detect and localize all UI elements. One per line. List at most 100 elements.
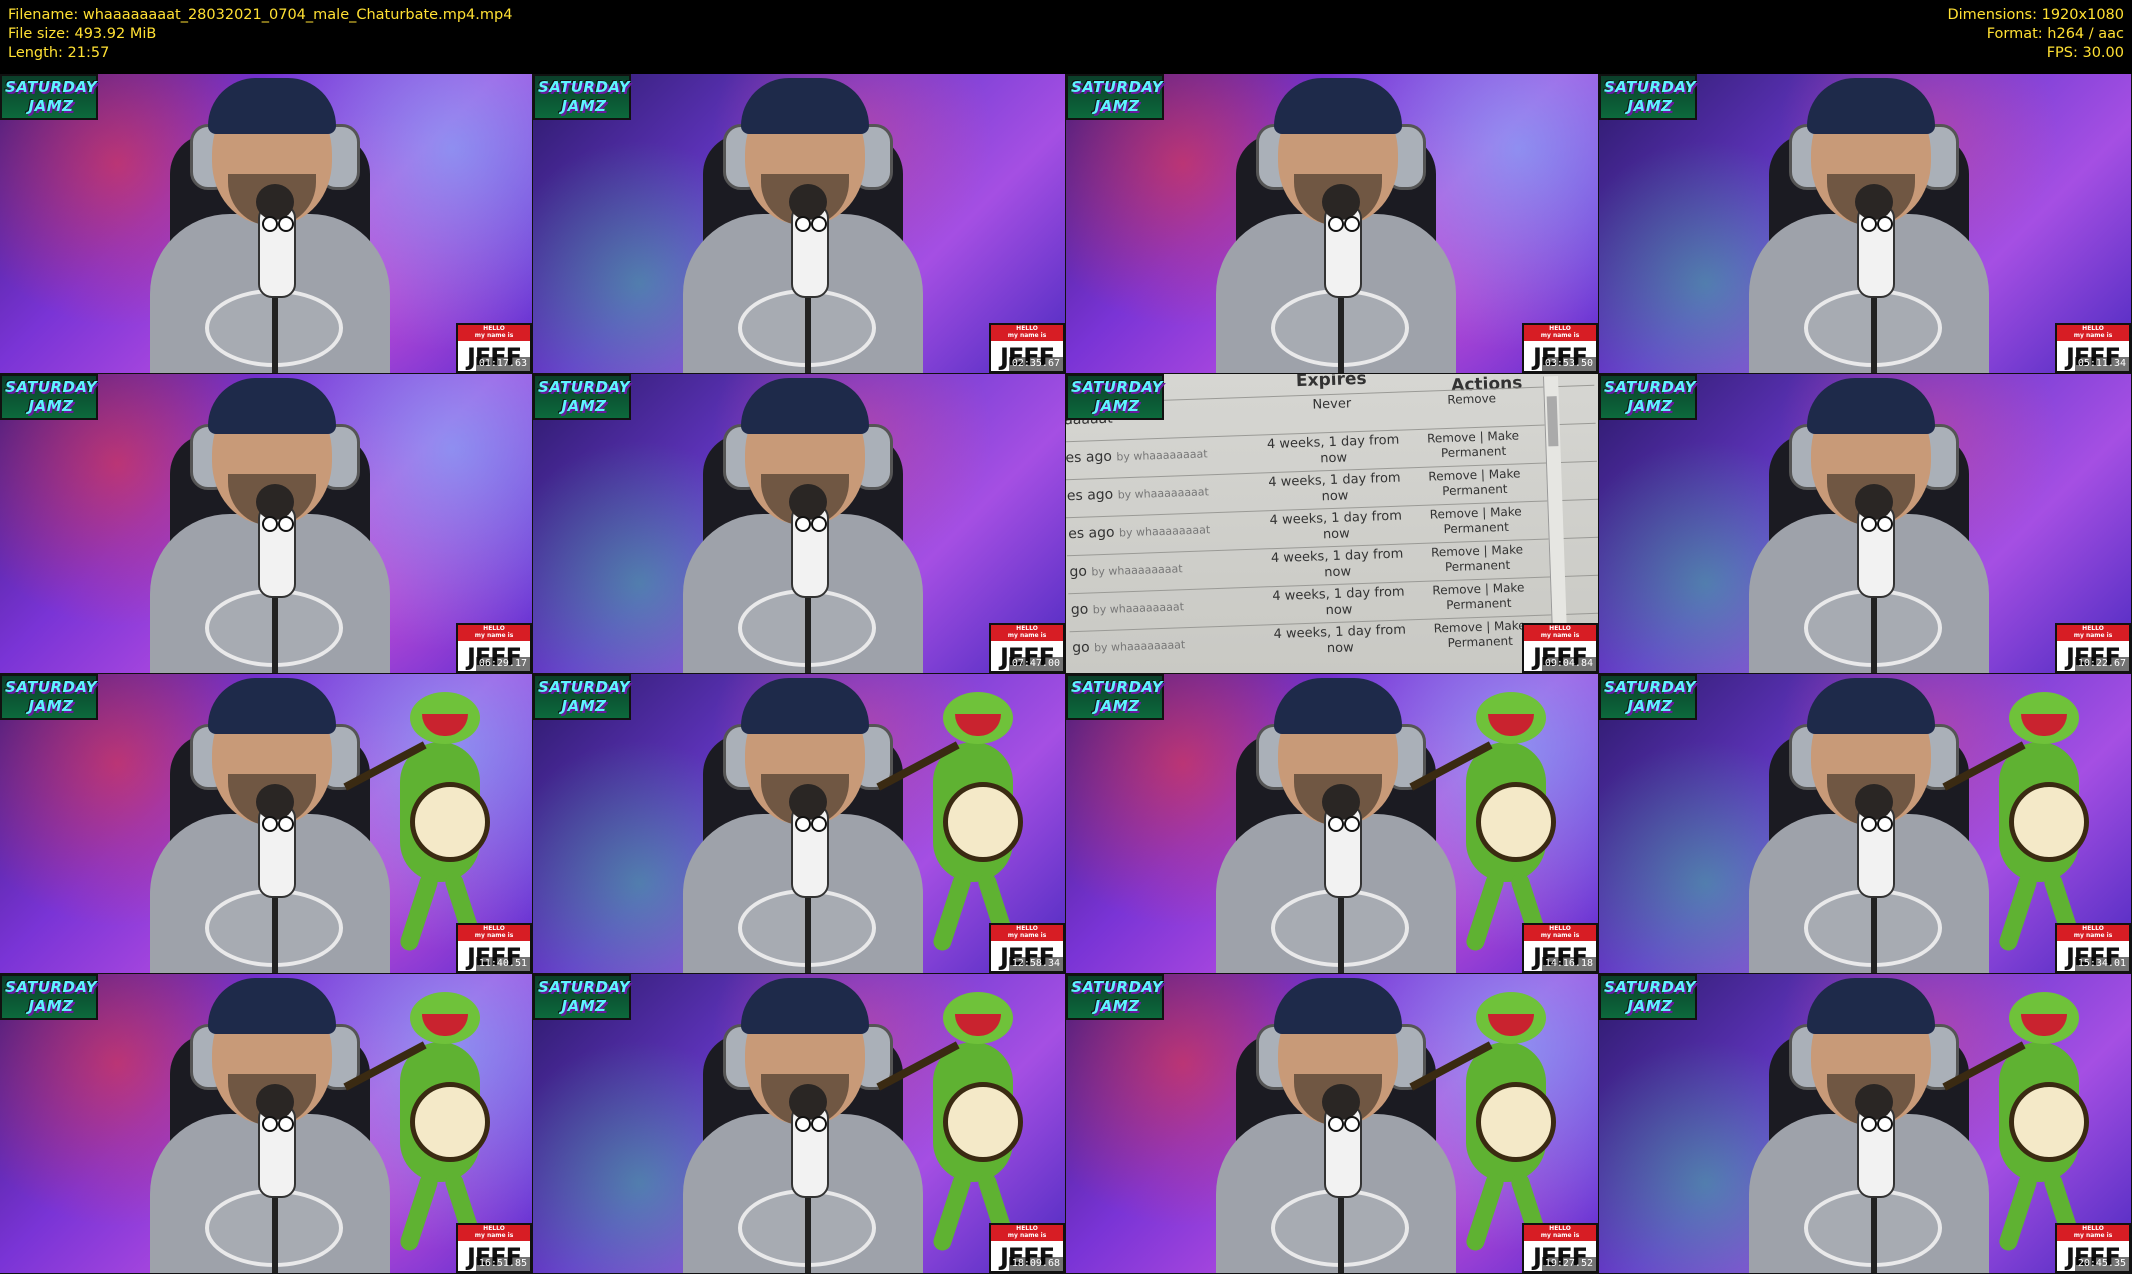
thumbnail[interactable]: SATURDAYJAMZHELLOmy name isJEFF14:16.18 — [1066, 674, 1599, 974]
row-author: by whaaaaaaaat — [1092, 600, 1185, 617]
badge-text: SATURDAY JAMZ — [5, 78, 97, 116]
badge-line-2: JAMZ — [561, 697, 607, 715]
saturday-jamz-badge: SATURDAY JAMZ — [0, 674, 98, 720]
name-tag-subtitle: my name is — [1540, 932, 1580, 939]
thumbnail[interactable]: SATURDAYJAMZHELLOmy name isJEFF06:29.17 — [0, 374, 533, 674]
row-actions-link[interactable]: Remove | Make Permanent — [1425, 504, 1526, 537]
streamer — [683, 378, 923, 673]
thumbnail[interactable]: SATURDAYJAMZHELLOmy name isJEFF20:45.35 — [1599, 974, 2132, 1274]
thumbnail[interactable]: SATURDAYJAMZHELLOmy name isJEFF12:58.34 — [533, 674, 1066, 974]
name-tag-subtitle: my name is — [1540, 332, 1580, 339]
frog-leg — [1464, 871, 1506, 953]
frog-leg — [1997, 1171, 2039, 1253]
mic-eye-icon — [795, 1116, 811, 1132]
row-actions-link[interactable]: Remove | Make Permanent — [1424, 466, 1525, 499]
saturday-jamz-badge: SATURDAY JAMZ — [533, 674, 631, 720]
row-age: go by whaaaaaaaat — [1072, 636, 1186, 656]
banjo-icon — [1476, 782, 1556, 862]
frog-banjo-sticker — [343, 992, 520, 1262]
saturday-jamz-badge: SATURDAY JAMZ — [1599, 374, 1697, 420]
timestamp: 12:58.34 — [1008, 957, 1063, 971]
thumbnail[interactable]: SATURDAYJAMZHELLOmy name isJEFF05:11.34 — [1599, 74, 2132, 374]
streamer — [683, 978, 923, 1273]
badge-text: SATURDAY JAMZ — [1604, 378, 1696, 416]
name-tag-header: HELLO my name is — [458, 1225, 530, 1241]
badge-line-2: JAMZ — [1094, 397, 1140, 415]
scrollbar-thumb[interactable] — [1546, 396, 1559, 447]
badge-text: SATURDAY JAMZ — [1604, 678, 1696, 716]
thumbnail[interactable]: SATURDAYJAMZHELLOmy name isJEFF18:09.68 — [533, 974, 1066, 1274]
name-tag-subtitle: my name is — [2073, 632, 2113, 639]
thumbnail[interactable]: ExpiresActionsaaaaat NeverRemovees ago b… — [1066, 374, 1599, 674]
mic-eye-icon — [811, 216, 827, 232]
streamer — [150, 678, 390, 973]
format-label: Format: h264 / aac — [1986, 26, 2124, 42]
mic-eye-icon — [1861, 216, 1877, 232]
streamer — [1749, 78, 1989, 373]
thumbnail[interactable]: SATURDAYJAMZHELLOmy name isJEFF19:27.52 — [1066, 974, 1599, 1274]
row-age-text: go — [1071, 639, 1090, 657]
row-actions-link[interactable]: Remove — [1422, 390, 1522, 408]
name-tag-hello: HELLO — [1016, 1225, 1038, 1232]
beanie — [208, 678, 336, 734]
beanie — [1274, 978, 1402, 1034]
beanie — [1807, 678, 1935, 734]
badge-text: SATURDAY JAMZ — [1071, 378, 1163, 416]
mic-stand — [1871, 892, 1877, 973]
thumbnail[interactable]: SATURDAYJAMZHELLOmy name isJEFF15:34.01 — [1599, 674, 2132, 974]
row-age-text: go — [1069, 563, 1088, 581]
mic-windscreen — [1855, 1084, 1893, 1120]
badge-line-1: SATURDAY — [1071, 78, 1164, 96]
row-expires: 4 weeks, 1 day from now — [1273, 622, 1407, 657]
row-actions-link[interactable]: Remove | Make Permanent — [1429, 618, 1530, 651]
mic-windscreen — [1855, 184, 1893, 220]
mic-windscreen — [789, 484, 827, 520]
thumbnail[interactable]: SATURDAYJAMZHELLOmy name isJEFF07:47.00 — [533, 374, 1066, 674]
banjo-icon — [943, 1082, 1023, 1162]
badge-line-2: JAMZ — [28, 697, 74, 715]
thumbnail[interactable]: SATURDAYJAMZHELLOmy name isJEFF10:22.67 — [1599, 374, 2132, 674]
name-tag-hello: HELLO — [1549, 1225, 1571, 1232]
timestamp: 19:27.52 — [1541, 1257, 1596, 1271]
mic-windscreen — [256, 184, 294, 220]
badge-text: SATURDAY JAMZ — [5, 678, 97, 716]
streamer — [1749, 978, 1989, 1273]
beanie — [1274, 78, 1402, 134]
mic-eye-icon — [262, 516, 278, 532]
name-tag-hello: HELLO — [483, 325, 505, 332]
row-actions-link[interactable]: Remove | Make Permanent — [1423, 428, 1524, 461]
name-tag-subtitle: my name is — [1007, 1232, 1047, 1239]
timestamp: 05:11.34 — [2074, 357, 2129, 371]
row-expires: 4 weeks, 1 day from now — [1270, 546, 1404, 581]
mic-stand — [272, 1192, 278, 1273]
frog-leg — [1464, 1171, 1506, 1253]
mic-windscreen — [256, 1084, 294, 1120]
streamer — [683, 78, 923, 373]
row-actions-link[interactable]: Remove | Make Permanent — [1427, 542, 1528, 575]
badge-line-2: JAMZ — [1627, 697, 1673, 715]
name-tag-header: HELLO my name is — [458, 625, 530, 641]
thumbnail[interactable]: SATURDAYJAMZHELLOmy name isJEFF16:51.85 — [0, 974, 533, 1274]
beanie — [1807, 78, 1935, 134]
name-tag-subtitle: my name is — [2073, 932, 2113, 939]
filename-label: Filename: whaaaaaaaat_28032021_0704_male… — [8, 7, 513, 23]
mic-windscreen — [1855, 484, 1893, 520]
mic-eye-icon — [262, 216, 278, 232]
banjo-icon — [410, 1082, 490, 1162]
beanie — [208, 378, 336, 434]
thumbnail[interactable]: SATURDAYJAMZHELLOmy name isJEFF01:17.63 — [0, 74, 533, 374]
thumbnail[interactable]: SATURDAYJAMZHELLOmy name isJEFF11:40.51 — [0, 674, 533, 974]
name-tag-hello: HELLO — [2082, 925, 2104, 932]
frog-leg — [1997, 871, 2039, 953]
thumbnail[interactable]: SATURDAYJAMZHELLOmy name isJEFF03:53.50 — [1066, 74, 1599, 374]
frog-leg — [398, 1171, 440, 1253]
badge-text: SATURDAY JAMZ — [1071, 678, 1163, 716]
banjo-icon — [943, 782, 1023, 862]
row-actions-link[interactable]: Remove | Make Permanent — [1428, 580, 1529, 613]
badge-line-1: SATURDAY — [5, 678, 98, 696]
name-tag-hello: HELLO — [1016, 925, 1038, 932]
mic-eye-icon — [1861, 816, 1877, 832]
frog-banjo-sticker — [1409, 992, 1586, 1262]
thumbnail[interactable]: SATURDAYJAMZHELLOmy name isJEFF02:35.67 — [533, 74, 1066, 374]
mic-stand — [1338, 1192, 1344, 1273]
